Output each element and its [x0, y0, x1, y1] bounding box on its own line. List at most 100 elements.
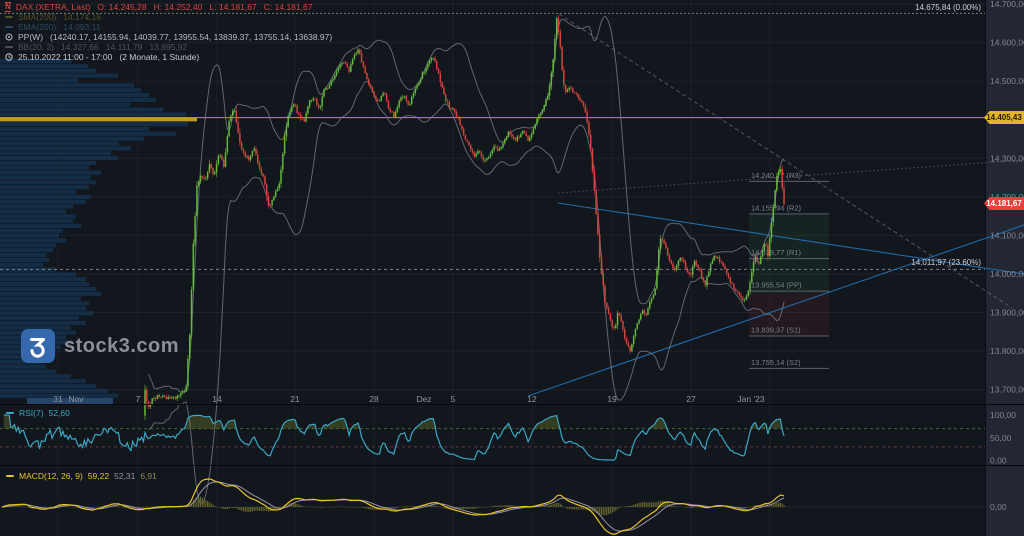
macd-histogram-bar: [769, 505, 770, 507]
candle: [599, 234, 601, 257]
candle: [395, 112, 397, 117]
candle: [742, 298, 744, 301]
rsi-legend[interactable]: RSI(7) 52,60: [6, 408, 70, 418]
macd-histogram-bar: [232, 507, 233, 508]
price-tick-label[interactable]: 14.100,00: [990, 230, 1024, 240]
price-tick-label[interactable]: 14.300,00: [990, 153, 1024, 163]
macd-histogram-bar: [239, 507, 240, 510]
price-tick-label[interactable]: 13.700,00: [990, 385, 1024, 395]
candle: [320, 106, 322, 107]
macd-histogram-bar: [746, 507, 747, 508]
volume-profile-row: [0, 219, 73, 223]
volume-profile-row: [0, 108, 163, 112]
macd-histogram-bar: [751, 506, 752, 507]
time-range: (2 Monate, 1 Stunde): [119, 52, 199, 62]
macd-histogram-bar: [434, 506, 435, 507]
candle: [153, 398, 155, 399]
price-tick-label[interactable]: 14.700,00: [990, 0, 1024, 9]
candle: [694, 261, 696, 267]
legend-row-ema[interactable]: EMA(200) 14.093,11: [5, 22, 332, 32]
macd-histogram-bar: [391, 507, 392, 508]
candle: [747, 291, 749, 296]
candle: [739, 292, 741, 295]
macd-histogram-bar: [561, 505, 562, 507]
macd-histogram-bar: [631, 505, 632, 507]
price-tick-label[interactable]: 13.800,00: [990, 346, 1024, 356]
candle: [583, 102, 585, 106]
macd-histogram-bar: [617, 507, 618, 509]
alert-price-tag[interactable]: 14.405,43: [984, 111, 1024, 124]
candle: [594, 171, 596, 191]
candle: [162, 396, 164, 398]
volume-profile-row: [0, 156, 118, 160]
price-tick-label[interactable]: 14.000,00: [990, 269, 1024, 279]
candle: [468, 142, 470, 146]
sma-line-icon: [5, 16, 13, 18]
candle: [193, 243, 195, 289]
candle: [443, 87, 445, 94]
sma-label: SMA(200): [18, 12, 56, 22]
candle: [144, 390, 146, 416]
candle: [719, 257, 721, 262]
macd-histogram-bar: [506, 505, 507, 507]
candle: [474, 153, 476, 157]
macd-histogram-bar: [125, 507, 126, 508]
macd-histogram-bar: [227, 507, 228, 509]
macd-histogram-bar: [257, 507, 258, 511]
macd-histogram-bar: [300, 505, 301, 507]
candle: [343, 62, 345, 63]
macd-histogram-bar: [280, 507, 281, 508]
pp-values: (14240.17, 14155.94, 14039.77, 13955.54,…: [50, 32, 332, 42]
candle: [538, 115, 540, 119]
price-tick-label[interactable]: 13.900,00: [990, 308, 1024, 318]
macd-histogram-bar: [493, 506, 494, 507]
news-icon[interactable]: N: [5, 2, 11, 12]
legend-row-sma[interactable]: SMA(200) 14.174,18: [5, 12, 332, 22]
macd-histogram-bar: [370, 507, 371, 509]
macd-histogram-bar: [236, 507, 237, 508]
candle: [524, 131, 526, 133]
macd-histogram-bar: [361, 507, 362, 508]
candle: [429, 61, 431, 64]
candle: [291, 107, 293, 112]
candle: [715, 256, 717, 257]
candle: [325, 88, 327, 90]
volume-profile-row: [0, 253, 46, 257]
candle: [477, 151, 479, 154]
macd-histogram-bar: [565, 507, 566, 508]
macd-histogram-bar: [476, 507, 477, 508]
legend-row-bollinger[interactable]: BB(20, 2) 14.327,66 14.111,79 13.895,92: [5, 42, 332, 52]
chart-canvas[interactable]: 14.240,17 (R3)14.155,94 (R2)14.039,77 (R…: [0, 0, 1024, 536]
x-axis-label: Dez: [416, 394, 431, 404]
candle: [730, 277, 732, 283]
rsi-tick-label: 50,00: [990, 433, 1012, 443]
rsi-tick-label: 100,00: [990, 410, 1016, 420]
legend-row-timerange[interactable]: 25.10.2022 11:00 - 17:00 (2 Monate, 1 St…: [5, 52, 332, 62]
candle: [556, 18, 558, 38]
macd-histogram-bar: [320, 507, 321, 508]
legend-row-instrument[interactable]: N DAX (XETRA, Last) O: 14.245,28 H: 14.2…: [5, 2, 332, 12]
candle: [157, 395, 159, 399]
macd-histogram-bar: [628, 506, 629, 507]
volume-profile-row: [0, 316, 79, 320]
candle: [687, 268, 689, 272]
candle: [606, 303, 608, 308]
price-tick-label[interactable]: 14.500,00: [990, 76, 1024, 86]
candle: [458, 117, 460, 118]
macd-legend[interactable]: MACD(12, 26, 9) 59,22 52,31 6,91: [6, 471, 157, 481]
macd-histogram-bar: [252, 507, 253, 511]
macd-histogram-bar: [780, 503, 781, 507]
chart-legend: N DAX (XETRA, Last) O: 14.245,28 H: 14.2…: [5, 2, 332, 62]
macd-histogram-bar: [554, 503, 555, 507]
volume-profile-row: [0, 69, 96, 73]
candle: [404, 96, 406, 97]
price-tick-label[interactable]: 14.600,00: [990, 38, 1024, 48]
macd-histogram-bar: [698, 507, 699, 508]
legend-row-pivot[interactable]: PP(W) (14240.17, 14155.94, 14039.77, 139…: [5, 32, 332, 42]
ohlc-values: O: 14.245,28 H: 14.252,40 L: 14.181,67 C…: [97, 2, 312, 12]
pivot-label: 14.155,94 (R2): [751, 203, 802, 212]
candle: [345, 62, 347, 63]
macd-histogram-bar: [264, 507, 265, 511]
candle: [359, 50, 361, 54]
volume-profile-row: [0, 258, 49, 262]
